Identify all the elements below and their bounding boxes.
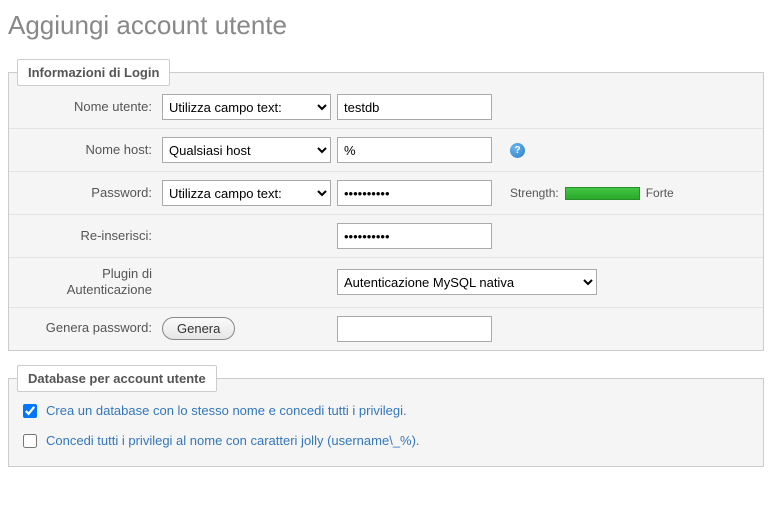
row-grantwildcard: Concedi tutti i privilegi al nome con ca… (19, 426, 753, 456)
label-username: Nome utente: (17, 99, 162, 115)
grantwildcard-label[interactable]: Concedi tutti i privilegi al nome con ca… (46, 433, 420, 448)
repassword-input[interactable] (337, 223, 492, 249)
row-username: Nome utente: Utilizza campo text: (9, 86, 763, 129)
db-fieldset: Database per account utente Crea un data… (8, 365, 764, 467)
hostname-type-select[interactable]: Qualsiasi host (162, 137, 331, 163)
row-authplugin: Plugin di Autenticazione Autenticazione … (9, 258, 763, 308)
label-authplugin: Plugin di Autenticazione (17, 266, 162, 299)
hostname-input[interactable] (337, 137, 492, 163)
strength-bar (565, 187, 640, 200)
login-info-legend: Informazioni di Login (17, 59, 170, 86)
row-generate: Genera password: Genera (9, 308, 763, 350)
login-info-fieldset: Informazioni di Login Nome utente: Utili… (8, 59, 764, 351)
authplugin-select[interactable]: Autenticazione MySQL nativa (337, 269, 597, 295)
row-hostname: Nome host: Qualsiasi host ? (9, 129, 763, 172)
generate-output[interactable] (337, 316, 492, 342)
db-legend: Database per account utente (17, 365, 217, 392)
password-type-select[interactable]: Utilizza campo text: (162, 180, 331, 206)
label-password: Password: (17, 185, 162, 201)
strength-value: Forte (646, 186, 674, 200)
generate-button[interactable]: Genera (162, 317, 235, 340)
row-repassword: Re-inserisci: (9, 215, 763, 258)
label-generate: Genera password: (17, 320, 162, 336)
createdb-checkbox[interactable] (23, 404, 37, 418)
row-password: Password: Utilizza campo text: Strength:… (9, 172, 763, 215)
username-type-select[interactable]: Utilizza campo text: (162, 94, 331, 120)
username-input[interactable] (337, 94, 492, 120)
label-hostname: Nome host: (17, 142, 162, 158)
grantwildcard-checkbox[interactable] (23, 434, 37, 448)
password-input[interactable] (337, 180, 492, 206)
createdb-label[interactable]: Crea un database con lo stesso nome e co… (46, 403, 407, 418)
row-createdb: Crea un database con lo stesso nome e co… (19, 396, 753, 426)
page-title: Aggiungi account utente (8, 10, 764, 41)
help-icon[interactable]: ? (510, 143, 525, 158)
label-repassword: Re-inserisci: (17, 228, 162, 244)
strength-label: Strength: (510, 186, 559, 200)
